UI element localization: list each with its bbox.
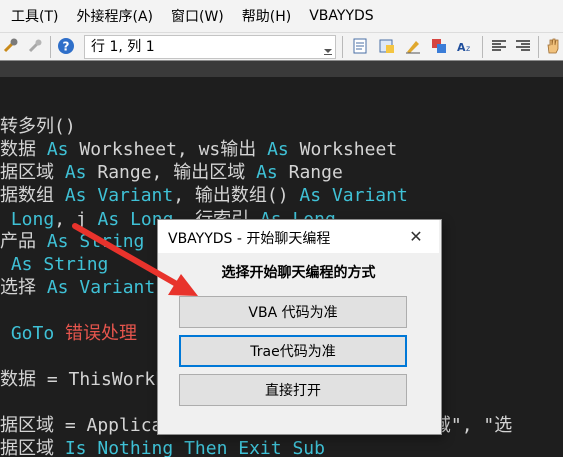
trae-code-button[interactable]: Trae代码为准 (179, 335, 407, 367)
hand-icon[interactable] (544, 37, 562, 55)
dialog-title: VBAYYDS - 开始聊天编程 (168, 231, 331, 247)
menu-window[interactable]: 窗口(W) (162, 6, 233, 26)
code-keyword: As (0, 254, 33, 275)
toolbar-separator (50, 36, 51, 58)
code-text: 据区域 (0, 438, 65, 457)
code-line: 数据 As Worksheet, ws输出 As Worksheet (0, 139, 397, 161)
code-keyword: Is (64, 438, 87, 457)
menu-vbayyds[interactable]: VBAYYDS (300, 8, 382, 24)
code-keyword: As (46, 231, 69, 252)
code-keyword: As (64, 162, 87, 183)
toolbar-separator (342, 36, 343, 58)
code-keyword: As (64, 185, 87, 206)
chevron-down-icon[interactable] (322, 38, 334, 56)
code-keyword: GoTo (0, 323, 55, 344)
cursor-location: 行 1, 列 1 (91, 39, 155, 55)
code-keyword: Variant (68, 277, 156, 298)
close-icon[interactable]: ✕ (393, 220, 439, 253)
code-keyword: Sub (281, 438, 325, 457)
wrench-icon[interactable] (26, 37, 44, 55)
code-keyword: As (46, 277, 69, 298)
location-box: 行 1, 列 1 (84, 35, 336, 59)
code-text: 据数组 (0, 185, 65, 206)
start-chat-dialog: VBAYYDS - 开始聊天编程 ✕ 选择开始聊天编程的方式 VBA 代码为准 … (157, 219, 442, 435)
toolbar: ? 行 1, 列 1 A z (0, 32, 563, 61)
align-right-icon[interactable] (514, 37, 532, 55)
procedure-icon[interactable] (430, 37, 448, 55)
code-keyword: As (267, 139, 289, 160)
code-keyword: As (97, 209, 120, 230)
code-text: , 输出数组() (173, 185, 300, 206)
code-text: 数据 (0, 139, 47, 160)
dialog-prompt: 选择开始聊天编程的方式 (221, 265, 376, 281)
editor-top-strip (0, 61, 563, 77)
code-line: 据区域 Is Nothing Then Exit Sub (0, 438, 325, 457)
code-line: 选择 As Variant (0, 277, 155, 299)
code-text: 转多列() (0, 116, 76, 137)
indent-icon[interactable] (352, 37, 370, 55)
code-text: 选择 (0, 277, 47, 298)
code-text: 产品 (0, 231, 47, 252)
code-keyword: Long (0, 209, 55, 230)
code-keyword: Variant (321, 185, 408, 206)
toolbar-separator (538, 36, 539, 58)
code-line: 据数组 As Variant, 输出数组() As Variant (0, 185, 408, 207)
svg-text:?: ? (63, 40, 70, 54)
code-keyword: As (46, 139, 69, 160)
code-line: GoTo 错误处理 (0, 323, 137, 345)
code-text: Range, 输出区域 (86, 162, 257, 183)
code-line: 据区域 As Range, 输出区域 As Range (0, 162, 343, 184)
svg-text:z: z (466, 44, 470, 53)
code-line: As String (0, 254, 109, 276)
edit-icon[interactable] (404, 37, 422, 55)
align-left-icon[interactable] (490, 37, 508, 55)
code-keyword: Nothing (86, 438, 174, 457)
code-text: Worksheet, ws输出 (68, 139, 268, 160)
menu-bar: 工具(T) 外接程序(A) 窗口(W) 帮助(H) VBAYYDS (0, 0, 563, 32)
code-text: Range (277, 162, 343, 183)
open-directly-button[interactable]: 直接打开 (179, 374, 407, 406)
menu-addins[interactable]: 外接程序(A) (67, 6, 162, 26)
code-text: 据区域 (0, 162, 65, 183)
code-keyword: Then (173, 438, 228, 457)
svg-text:A: A (457, 41, 466, 54)
code-label: 错误处理 (54, 323, 138, 344)
toolbar-separator (482, 36, 483, 58)
dialog-title-bar: VBAYYDS - 开始聊天编程 ✕ (158, 220, 439, 253)
code-line: 转多列() (0, 116, 76, 138)
help-icon[interactable]: ? (57, 37, 75, 55)
code-keyword: String (32, 254, 109, 275)
code-keyword: As (256, 162, 278, 183)
menu-help[interactable]: 帮助(H) (233, 6, 300, 26)
code-keyword: As (299, 185, 322, 206)
code-keyword: Variant (86, 185, 174, 206)
code-text: Worksheet (288, 139, 398, 160)
code-text: , j (54, 209, 98, 230)
menu-tools[interactable]: 工具(T) (0, 6, 67, 26)
tools-icon[interactable] (2, 37, 20, 55)
module-icon[interactable] (378, 37, 396, 55)
vba-code-button[interactable]: VBA 代码为准 (179, 296, 407, 328)
font-icon[interactable]: A z (456, 37, 474, 55)
code-keyword: Exit (227, 438, 282, 457)
code-line: 产品 As String (0, 231, 144, 253)
code-keyword: String (68, 231, 145, 252)
